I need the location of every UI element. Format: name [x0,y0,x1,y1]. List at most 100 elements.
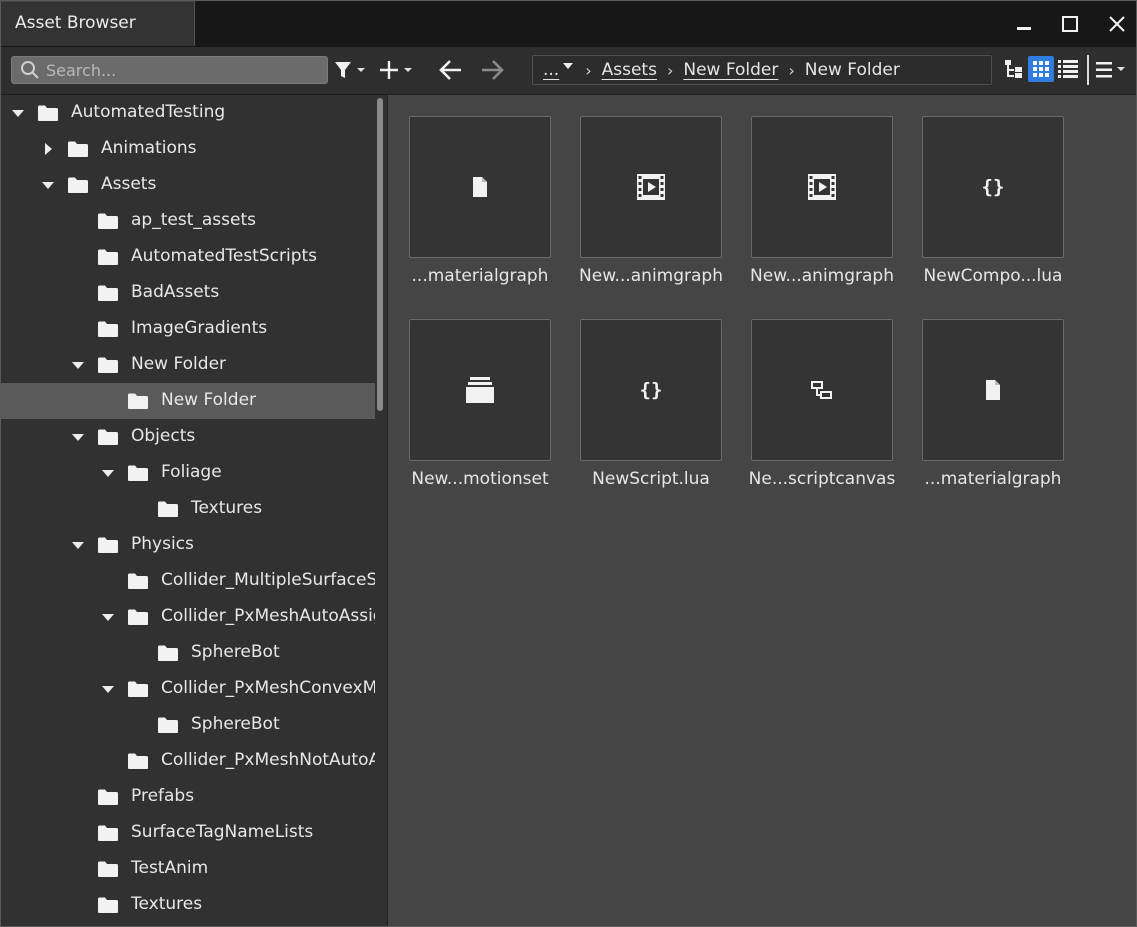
tree-item[interactable]: Collider_PxMeshConvexM [1,671,375,707]
motionset-icon [465,376,495,404]
tree-item[interactable]: Textures [1,887,375,923]
arrow-left-icon [439,60,461,80]
filter-button[interactable] [333,58,369,82]
tree-item-label: Textures [131,894,203,914]
expand-down-icon[interactable] [11,106,25,120]
list-view-button[interactable] [1055,56,1081,82]
minimize-icon [1017,27,1031,30]
tree-item[interactable]: SurfaceTagNameLists [1,815,375,851]
folder-icon [127,752,149,770]
asset-tile[interactable]: {} [922,116,1064,258]
expand-down-icon[interactable] [71,430,85,444]
folder-icon [37,104,59,122]
tree-item[interactable]: New Folder [1,347,375,383]
asset-tile[interactable] [751,319,893,461]
asset-label[interactable]: New...motionset [394,469,566,489]
tree-item-label: SphereBot [191,714,280,734]
tree-item[interactable]: Objects [1,419,375,455]
expand-down-icon[interactable] [71,358,85,372]
breadcrumb-item[interactable]: New Folder [683,60,778,80]
asset-grid: ...materialgraph New...animgraph New...ani… [388,95,1136,926]
maximize-icon [1062,16,1078,32]
asset-label[interactable]: New...animgraph [565,266,737,286]
back-button[interactable] [437,57,465,83]
asset-tile[interactable] [580,116,722,258]
list-view-icon [1058,60,1078,78]
asset-label[interactable]: ...materialgraph [394,266,566,286]
expand-down-icon[interactable] [101,682,115,696]
tree-item[interactable]: Collider_PxMeshNotAutoA [1,743,375,779]
asset-tile[interactable]: {} [580,319,722,461]
file-icon [984,379,1002,401]
tree-item[interactable]: ap_test_assets [1,203,375,239]
tree-item-label: AutomatedTestScripts [131,246,318,266]
minimize-button[interactable] [1009,9,1039,39]
close-icon [1109,16,1125,32]
film-icon [637,174,665,200]
expand-right-icon[interactable] [41,142,55,156]
tree-item-label: Assets [101,174,157,194]
tree-item[interactable]: Animations [1,131,375,167]
tree-item[interactable]: New Folder [1,383,375,419]
tree-item[interactable]: ImageGradients [1,311,375,347]
tree-item[interactable]: SphereBot [1,707,375,743]
maximize-button[interactable] [1055,9,1085,39]
close-button[interactable] [1102,9,1132,39]
folder-icon [97,212,119,230]
expand-down-icon[interactable] [41,178,55,192]
tree-item[interactable]: AutomatedTesting [1,95,375,131]
breadcrumb-overflow[interactable]: ... [543,60,559,80]
folder-icon [127,608,149,626]
folder-icon [127,464,149,482]
expand-down-icon[interactable] [101,466,115,480]
tree-item[interactable]: Physics [1,527,375,563]
asset-tile[interactable] [751,116,893,258]
add-button[interactable] [377,58,415,82]
asset-tile[interactable] [409,116,551,258]
tree-view-button[interactable] [1001,56,1027,82]
asset-label[interactable]: NewScript.lua [565,469,737,489]
tree-item-label: Collider_PxMeshConvexM [161,678,375,698]
tree-item[interactable]: TestAnim [1,851,375,887]
tree-item[interactable]: Textures [1,491,375,527]
tree-view-icon [1005,60,1022,78]
expand-down-icon[interactable] [71,538,85,552]
tree-item[interactable]: Collider_MultipleSurfaceS [1,563,375,599]
tree-item-label: Foliage [161,462,222,482]
asset-label[interactable]: Ne...scriptcanvas [736,469,908,489]
tree-item[interactable]: Foliage [1,455,375,491]
tree-item[interactable]: Collider_PxMeshAutoAssig [1,599,375,635]
tree-item-label: Collider_MultipleSurfaceS [161,570,375,590]
asset-tile[interactable] [409,319,551,461]
breadcrumb-item[interactable]: Assets [602,60,657,80]
folder-icon [97,284,119,302]
expand-down-icon[interactable] [101,610,115,624]
folder-icon [157,644,179,662]
folder-icon [67,176,89,194]
braces-icon: {} [638,378,664,402]
tree-item[interactable]: BadAssets [1,275,375,311]
options-menu-button[interactable] [1093,57,1129,83]
tree-scrollbar-thumb[interactable] [377,98,383,411]
window-title-tab[interactable]: Asset Browser [1,1,195,46]
asset-tile[interactable] [922,319,1064,461]
forward-button[interactable] [478,57,506,83]
breadcrumb-separator: › [788,60,795,80]
tree-item[interactable]: SphereBot [1,635,375,671]
tree-item[interactable]: AutomatedTestScripts [1,239,375,275]
search-input[interactable] [46,60,316,80]
tree-item[interactable]: Prefabs [1,779,375,815]
tree-item[interactable]: Assets [1,167,375,203]
tree-item-label: ImageGradients [131,318,268,338]
asset-label[interactable]: ...materialgraph [907,469,1079,489]
tree-item-label: Collider_PxMeshNotAutoA [161,750,375,770]
asset-label[interactable]: NewCompo...lua [907,266,1079,286]
grid-view-button[interactable] [1028,56,1054,82]
tree-item-label: Prefabs [131,786,195,806]
tree-item-label: Animations [101,138,197,158]
asset-label[interactable]: New...animgraph [736,266,908,286]
folder-icon [97,320,119,338]
tree-item-label: Collider_PxMeshAutoAssig [161,606,375,626]
chevron-down-icon [563,63,574,69]
tree-item-label: SphereBot [191,642,280,662]
